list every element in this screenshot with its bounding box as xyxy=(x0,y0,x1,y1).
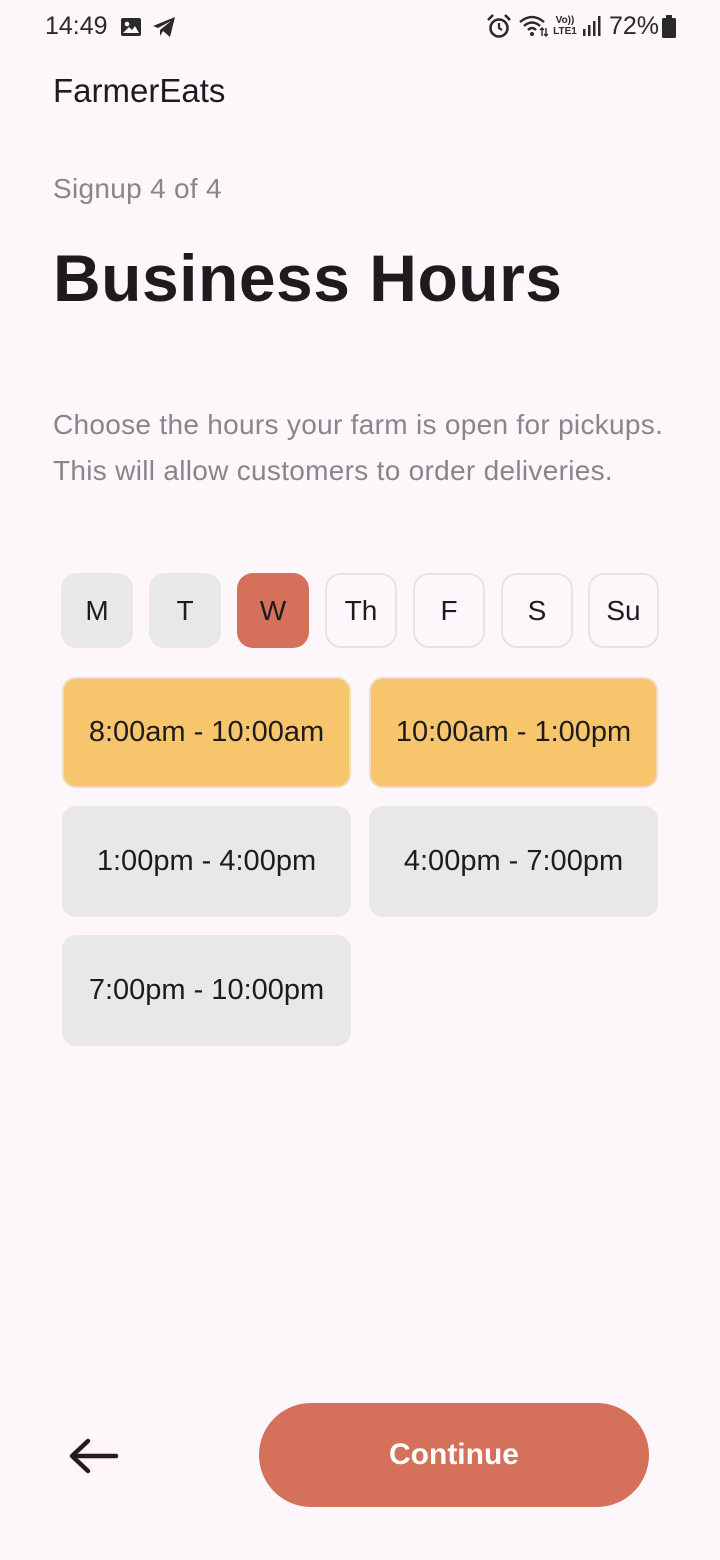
day-chip-saturday[interactable]: S xyxy=(501,573,573,648)
time-slot-1pm-4pm[interactable]: 1:00pm - 4:00pm xyxy=(62,806,351,917)
time-slot-8am-10am[interactable]: 8:00am - 10:00am xyxy=(62,677,351,788)
image-icon xyxy=(121,18,141,36)
signup-step-indicator: Signup 4 of 4 xyxy=(53,173,222,204)
battery-icon xyxy=(662,15,676,38)
day-chip-sunday[interactable]: Su xyxy=(588,573,659,648)
volte-icon: Vo)) LTE1 xyxy=(553,15,577,37)
day-chip-wednesday[interactable]: W xyxy=(237,573,309,648)
continue-button[interactable]: Continue xyxy=(259,1403,649,1507)
page-description: Choose the hours your farm is open for p… xyxy=(53,409,664,486)
signup-business-hours-screen: 14:49 Vo)) LTE1 72% FarmerEats Signup 4 … xyxy=(0,0,720,1560)
arrow-left-icon xyxy=(69,1438,119,1474)
time-slot-10am-1pm[interactable]: 10:00am - 1:00pm xyxy=(369,677,658,788)
time-slot-4pm-7pm[interactable]: 4:00pm - 7:00pm xyxy=(369,806,658,917)
day-chip-friday[interactable]: F xyxy=(413,573,485,648)
day-chip-thursday[interactable]: Th xyxy=(325,573,397,648)
app-name: FarmerEats xyxy=(53,72,226,109)
time-slot-7pm-10pm[interactable]: 7:00pm - 10:00pm xyxy=(62,935,351,1046)
back-button[interactable] xyxy=(62,1428,126,1484)
wifi-icon xyxy=(519,15,548,37)
battery-percent: 72% xyxy=(609,12,660,40)
alarm-icon xyxy=(487,14,511,38)
page-title: Business Hours xyxy=(53,241,563,315)
day-chip-tuesday[interactable]: T xyxy=(149,573,221,648)
day-chip-monday[interactable]: M xyxy=(61,573,133,648)
status-time: 14:49 xyxy=(45,12,108,40)
signal-icon xyxy=(583,16,601,36)
telegram-icon xyxy=(153,17,175,37)
status-bar: 14:49 Vo)) LTE1 72% xyxy=(0,0,720,56)
